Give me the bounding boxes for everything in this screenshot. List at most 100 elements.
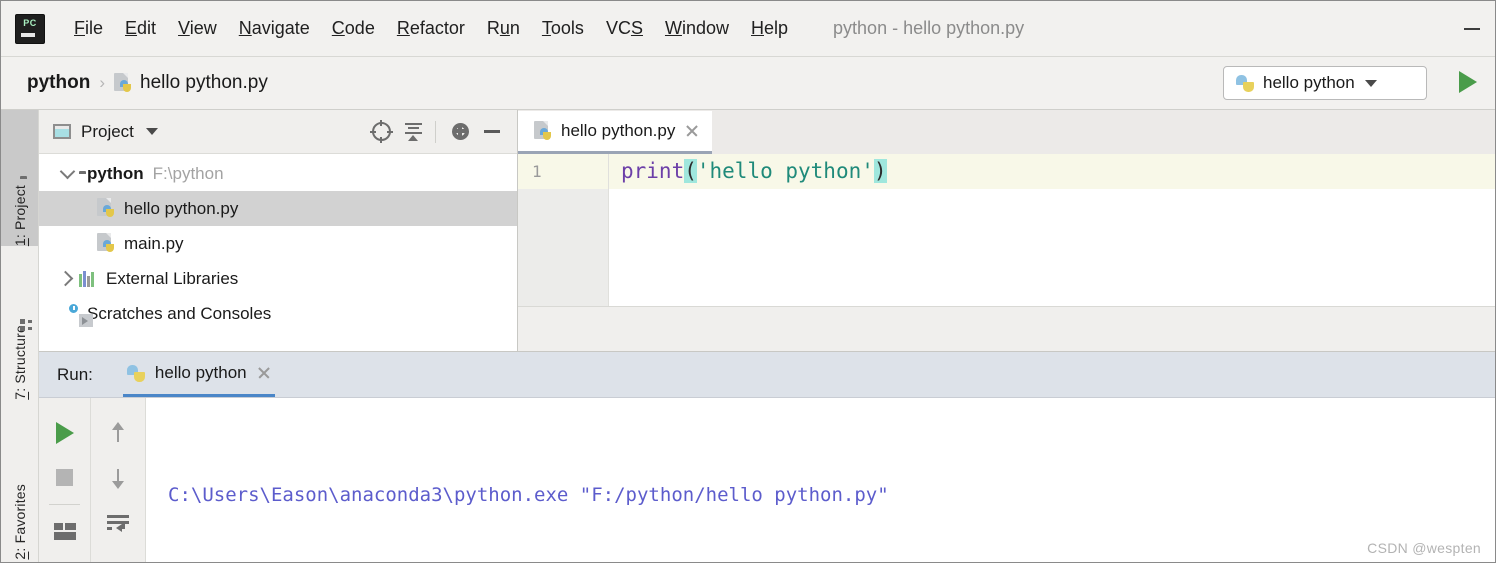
menu-item-tools[interactable]: Tools [531, 15, 595, 42]
toolbar-divider [49, 504, 80, 505]
run-button[interactable] [1459, 71, 1477, 93]
menu-item-navigate[interactable]: Navigate [228, 15, 321, 42]
run-panel-label: Run: [57, 364, 93, 384]
left-tool-window-strip: 1: Project 7: Structure 2: Favorites [1, 110, 39, 562]
menu-item-code[interactable]: Code [321, 15, 386, 42]
python-file-icon [114, 72, 133, 94]
stop-button[interactable] [39, 455, 90, 500]
layout-button[interactable] [39, 509, 90, 554]
editor-gutter: 1 [518, 154, 609, 306]
project-tree: python F:\python hello python.py main.py… [39, 154, 517, 331]
editor-body[interactable]: 1 print('hello python') [518, 154, 1495, 306]
hide-panel-icon[interactable] [477, 117, 507, 147]
expand-toggle[interactable] [55, 270, 79, 287]
python-logo-icon [126, 364, 146, 383]
layout-icon [53, 523, 76, 540]
rerun-button[interactable] [39, 410, 90, 455]
menu-item-file[interactable]: File [63, 15, 114, 42]
expand-toggle[interactable] [55, 163, 79, 180]
sidebar-item-project-label: 1: Project [11, 184, 28, 246]
code-token-string: 'hello python' [696, 159, 874, 183]
python-file-icon [97, 198, 116, 219]
console-output[interactable]: C:\Users\Eason\anaconda3\python.exe "F:/… [146, 398, 1495, 562]
breadcrumb-file-label: hello python.py [140, 72, 268, 93]
locate-icon[interactable] [366, 117, 396, 147]
close-icon[interactable] [257, 366, 271, 380]
sidebar-item-favorites[interactable]: 2: Favorites [1, 440, 38, 560]
scroll-up-button[interactable] [91, 410, 145, 455]
run-tab-label: hello python [154, 363, 247, 382]
menu-item-vcs[interactable]: VCS [595, 15, 654, 42]
tree-item-label: External Libraries [106, 268, 239, 288]
menu-item-view[interactable]: View [167, 15, 228, 42]
run-configuration-selector[interactable]: hello python [1223, 66, 1427, 100]
tree-item-label: main.py [124, 233, 184, 253]
soft-wrap-icon [107, 514, 129, 532]
project-icon [53, 124, 71, 139]
libraries-icon [79, 270, 98, 287]
close-icon[interactable] [685, 124, 699, 138]
breadcrumb-file[interactable]: hello python.py [114, 72, 268, 94]
editor-tab-label: hello python.py [561, 121, 676, 140]
tree-row[interactable]: python F:\python [39, 156, 517, 191]
tree-row[interactable]: main.py [39, 226, 517, 261]
soft-wrap-button[interactable] [91, 500, 145, 545]
tree-item-label: Scratches and Consoles [87, 303, 272, 323]
breadcrumb-root[interactable]: python [27, 72, 90, 94]
chevron-down-icon [1364, 79, 1377, 87]
console-command-line: C:\Users\Eason\anaconda3\python.exe "F:/… [168, 484, 889, 506]
menu-items: File Edit View Navigate Code Refactor Ru… [63, 15, 799, 42]
window-title: python - hello python.py [833, 18, 1025, 38]
menu-item-run[interactable]: Run [476, 15, 531, 42]
tree-row[interactable]: hello python.py [39, 191, 517, 226]
menu-item-window[interactable]: Window [654, 15, 740, 42]
code-line-1[interactable]: print('hello python') [609, 154, 1495, 189]
project-panel-title: Project [81, 121, 134, 141]
editor-footer [518, 306, 1495, 351]
tab-hello-python-py[interactable]: hello python.py [518, 111, 713, 154]
code-token-open-paren: ( [684, 159, 697, 183]
collapse-all-icon[interactable] [398, 117, 428, 147]
minimize-button[interactable] [1457, 14, 1487, 44]
menu-bar: PC File Edit View Navigate Code Refactor… [1, 1, 1495, 57]
menu-item-help[interactable]: Help [740, 15, 799, 42]
project-tool-window: Project python F:\python hello python.py [39, 110, 518, 352]
python-file-icon [534, 120, 553, 142]
tree-item-path: F:\python [152, 163, 224, 183]
run-toolbar-right [91, 398, 146, 562]
sidebar-item-project[interactable]: 1: Project [1, 110, 38, 246]
tree-row[interactable]: Scratches and Consoles [39, 296, 517, 331]
pycharm-logo-icon: PC [15, 13, 45, 44]
menu-item-edit[interactable]: Edit [114, 15, 167, 42]
scroll-down-button[interactable] [91, 455, 145, 500]
run-configuration-name: hello python [1263, 73, 1355, 92]
editor-code-column[interactable]: print('hello python') [609, 154, 1495, 306]
run-tab-hello-python[interactable]: hello python [122, 352, 275, 397]
sidebar-item-favorites-label: 2: Favorites [11, 484, 28, 560]
navigation-bar: python › hello python.py hello python [1, 57, 1495, 110]
run-panel-header: Run: hello python [39, 352, 1495, 398]
tree-row[interactable]: External Libraries [39, 261, 517, 296]
toolbar-divider [435, 120, 436, 143]
chevron-down-icon [59, 163, 75, 180]
down-arrow-icon [111, 467, 125, 489]
python-logo-icon [1236, 74, 1255, 93]
tree-item-label: hello python.py [124, 198, 239, 218]
breadcrumb-separator: › [99, 73, 105, 92]
menu-item-refactor[interactable]: Refactor [386, 15, 476, 42]
tree-item-label: python [87, 163, 144, 183]
project-panel-header: Project [39, 110, 517, 154]
settings-gear-icon[interactable] [445, 117, 475, 147]
code-token-close-paren: ) [873, 159, 887, 183]
chevron-down-icon[interactable] [145, 128, 158, 135]
line-number: 1 [518, 154, 608, 189]
sidebar-item-structure[interactable]: 7: Structure [1, 260, 38, 400]
editor-area: hello python.py 1 print('hello python') [518, 110, 1495, 352]
stop-icon [56, 469, 73, 486]
sidebar-item-structure-label: 7: Structure [11, 325, 28, 400]
editor-tab-strip: hello python.py [518, 110, 1495, 154]
run-toolbar-left [39, 398, 91, 562]
run-tool-window: Run: hello python C:\Users\Eason\anacond… [39, 352, 1495, 562]
run-panel-body: C:\Users\Eason\anaconda3\python.exe "F:/… [39, 398, 1495, 562]
menu-item-file-rest: ile [85, 18, 104, 38]
